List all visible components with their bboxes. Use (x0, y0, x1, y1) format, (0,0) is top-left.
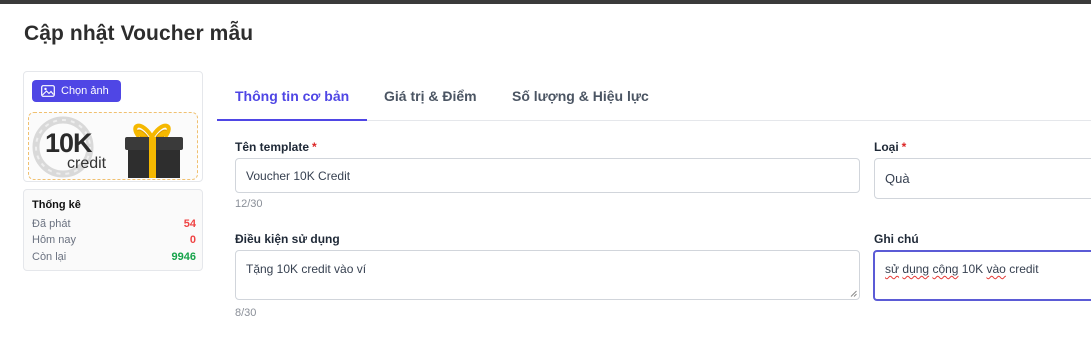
type-value: Quà (885, 171, 910, 186)
note-word: sử (885, 262, 900, 276)
stat-row-remaining: Còn lại 9946 (32, 251, 196, 263)
voucher-image: 10K credit (28, 112, 198, 180)
stat-value: 54 (183, 218, 196, 230)
note-value: sử dụng cộng 10K vào credit (885, 262, 1039, 276)
note-word: dụng (902, 262, 930, 276)
type-select[interactable]: Quà (874, 158, 1091, 199)
stat-label: Còn lại (32, 251, 67, 263)
modal-title: Cập nhật Voucher mẫu (24, 22, 254, 45)
image-icon (41, 85, 55, 97)
template-name-counter: 12/30 (235, 198, 263, 210)
stat-value: 9946 (171, 251, 196, 263)
note-label: Ghi chú (874, 232, 919, 246)
template-name-label-text: Tên template (235, 140, 310, 154)
tab-quantity-validity[interactable]: Số lượng & Hiệu lực (512, 88, 649, 104)
note-text: 10K (958, 262, 987, 276)
note-word: cộng (932, 262, 959, 276)
resize-handle-icon[interactable] (850, 290, 857, 297)
condition-counter: 8/30 (235, 307, 257, 319)
condition-label: Điều kiện sử dụng (235, 232, 340, 246)
note-text: credit (1005, 262, 1039, 276)
active-tab-indicator (217, 119, 367, 121)
stat-label: Đã phát (32, 218, 71, 230)
gift-icon (125, 123, 183, 178)
required-mark: * (312, 140, 317, 154)
condition-textarea[interactable]: Tặng 10K credit vào ví (235, 250, 860, 300)
choose-image-label: Chọn ảnh (61, 85, 109, 97)
statistics-card: Thống kê Đã phát 54 Hôm nay 0 Còn lại 99… (23, 189, 203, 271)
tab-bar: Thông tin cơ bản Giá trị & Điểm Số lượng… (217, 70, 1091, 121)
type-label: Loại * (874, 140, 906, 154)
statistics-title: Thống kê (32, 199, 81, 211)
voucher-image-card: Chọn ảnh 10K credit (23, 71, 203, 182)
type-label-text: Loại (874, 140, 899, 154)
stat-label: Hôm nay (32, 234, 77, 246)
voucher-big-text: 10K (45, 128, 93, 158)
required-mark: * (901, 140, 907, 154)
template-name-value: Voucher 10K Credit (246, 168, 351, 183)
condition-value: Tặng 10K credit vào ví (246, 262, 367, 276)
choose-image-button[interactable]: Chọn ảnh (32, 80, 121, 102)
voucher-graphic: 10K credit (32, 116, 183, 178)
stat-value: 0 (189, 234, 196, 246)
backdrop-strip (0, 0, 1091, 4)
stat-row-issued: Đã phát 54 (32, 218, 196, 230)
note-textarea[interactable]: sử dụng cộng 10K vào credit (873, 250, 1091, 301)
tab-basic-info[interactable]: Thông tin cơ bản (235, 88, 349, 104)
note-word: vào (986, 262, 1006, 276)
stat-row-today: Hôm nay 0 (32, 234, 196, 246)
template-name-label: Tên template * (235, 140, 317, 154)
voucher-small-text: credit (67, 155, 107, 172)
template-name-input[interactable]: Voucher 10K Credit (235, 158, 860, 193)
tab-value-points[interactable]: Giá trị & Điểm (384, 88, 477, 104)
